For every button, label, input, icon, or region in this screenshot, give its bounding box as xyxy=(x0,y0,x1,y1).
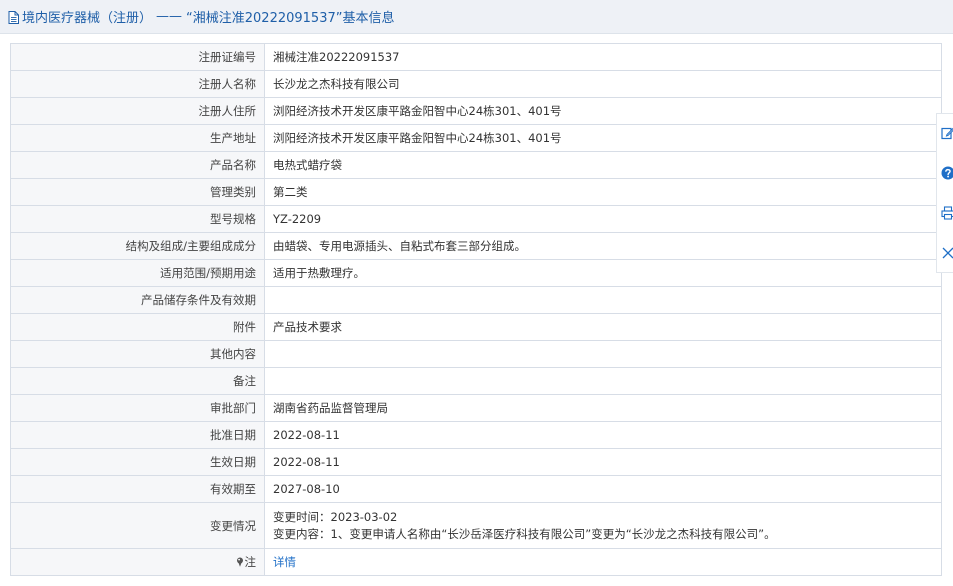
note-row: 注 详情 xyxy=(10,548,942,576)
row-label: 批准日期 xyxy=(10,421,265,449)
row-label: 附件 xyxy=(10,313,265,341)
table-row: 有效期至 2027-08-10 xyxy=(10,475,942,503)
row-value: 湖南省药品监督管理局 xyxy=(264,394,942,422)
change-value: 变更时间：2023-03-02 变更内容：1、变更申请人名称由“长沙岳泽医疗科技… xyxy=(264,502,942,549)
row-value: 由蜡袋、专用电源插头、自粘式布套三部分组成。 xyxy=(264,232,942,260)
row-label: 审批部门 xyxy=(10,394,265,422)
row-value: 长沙龙之杰科技有限公司 xyxy=(264,70,942,98)
table-row: 注册人名称 长沙龙之杰科技有限公司 xyxy=(10,70,942,98)
row-value: 浏阳经济技术开发区康平路金阳智中心24栋301、401号 xyxy=(264,124,942,152)
document-icon xyxy=(8,11,19,24)
row-value xyxy=(264,286,942,314)
change-label: 变更情况 xyxy=(10,502,265,549)
breadcrumb-separator: —— xyxy=(156,9,183,24)
table-row: 结构及组成/主要组成成分 由蜡袋、专用电源插头、自粘式布套三部分组成。 xyxy=(10,232,942,260)
table-row: 注册人住所 浏阳经济技术开发区康平路金阳智中心24栋301、401号 xyxy=(10,97,942,125)
edit-icon[interactable] xyxy=(941,126,953,140)
print-icon[interactable] xyxy=(941,206,953,220)
table-row: 批准日期 2022-08-11 xyxy=(10,421,942,449)
table-row: 其他内容 xyxy=(10,340,942,368)
page-header: 境内医疗器械（注册） —— “湘械注准20222091537”基本信息 xyxy=(0,0,953,34)
detail-link[interactable]: 详情 xyxy=(273,555,296,569)
pin-icon xyxy=(236,557,243,567)
row-label: 生效日期 xyxy=(10,448,265,476)
help-icon[interactable] xyxy=(941,166,953,180)
row-value: 浏阳经济技术开发区康平路金阳智中心24栋301、401号 xyxy=(264,97,942,125)
note-value: 详情 xyxy=(264,548,942,576)
row-label: 产品名称 xyxy=(10,151,265,179)
row-label: 适用范围/预期用途 xyxy=(10,259,265,287)
page-title: “湘械注准20222091537”基本信息 xyxy=(186,11,395,26)
row-label: 生产地址 xyxy=(10,124,265,152)
row-label: 产品储存条件及有效期 xyxy=(10,286,265,314)
row-label: 注册人住所 xyxy=(10,97,265,125)
row-value: YZ-2209 xyxy=(264,205,942,233)
table-row: 生产地址 浏阳经济技术开发区康平路金阳智中心24栋301、401号 xyxy=(10,124,942,152)
row-value: 湘械注准20222091537 xyxy=(264,43,942,71)
table-row: 适用范围/预期用途 适用于热敷理疗。 xyxy=(10,259,942,287)
table-row: 附件 产品技术要求 xyxy=(10,313,942,341)
breadcrumb-link[interactable]: 境内医疗器械（注册） xyxy=(22,7,152,26)
row-label: 有效期至 xyxy=(10,475,265,503)
row-value: 适用于热敷理疗。 xyxy=(264,259,942,287)
row-value: 产品技术要求 xyxy=(264,313,942,341)
table-row: 审批部门 湖南省药品监督管理局 xyxy=(10,394,942,422)
row-label: 其他内容 xyxy=(10,340,265,368)
table-row: 备注 xyxy=(10,367,942,395)
change-time: 变更时间：2023-03-02 xyxy=(273,509,398,524)
table-row: 型号规格 YZ-2209 xyxy=(10,205,942,233)
table-row: 注册证编号 湘械注准20222091537 xyxy=(10,43,942,71)
change-content: 变更内容：1、变更申请人名称由“长沙岳泽医疗科技有限公司”变更为“长沙龙之杰科技… xyxy=(273,526,776,541)
table-row: 管理类别 第二类 xyxy=(10,178,942,206)
info-table: 注册证编号 湘械注准20222091537 注册人名称 长沙龙之杰科技有限公司 … xyxy=(10,43,942,576)
row-label: 结构及组成/主要组成成分 xyxy=(10,232,265,260)
table-row: 生效日期 2022-08-11 xyxy=(10,448,942,476)
table-row: 产品名称 电热式蜡疗袋 xyxy=(10,151,942,179)
row-value: 电热式蜡疗袋 xyxy=(264,151,942,179)
side-toolbar xyxy=(936,113,953,273)
note-label: 注 xyxy=(244,555,257,569)
close-icon[interactable] xyxy=(941,246,953,260)
row-value: 2022-08-11 xyxy=(264,421,942,449)
row-label: 管理类别 xyxy=(10,178,265,206)
row-label: 注册人名称 xyxy=(10,70,265,98)
change-row: 变更情况 变更时间：2023-03-02 变更内容：1、变更申请人名称由“长沙岳… xyxy=(10,502,942,549)
row-value: 第二类 xyxy=(264,178,942,206)
row-label: 型号规格 xyxy=(10,205,265,233)
row-label: 注册证编号 xyxy=(10,43,265,71)
row-label: 备注 xyxy=(10,367,265,395)
row-value xyxy=(264,367,942,395)
row-value: 2022-08-11 xyxy=(264,448,942,476)
note-label-cell: 注 xyxy=(10,548,265,576)
row-value xyxy=(264,340,942,368)
table-row: 产品储存条件及有效期 xyxy=(10,286,942,314)
row-value: 2027-08-10 xyxy=(264,475,942,503)
